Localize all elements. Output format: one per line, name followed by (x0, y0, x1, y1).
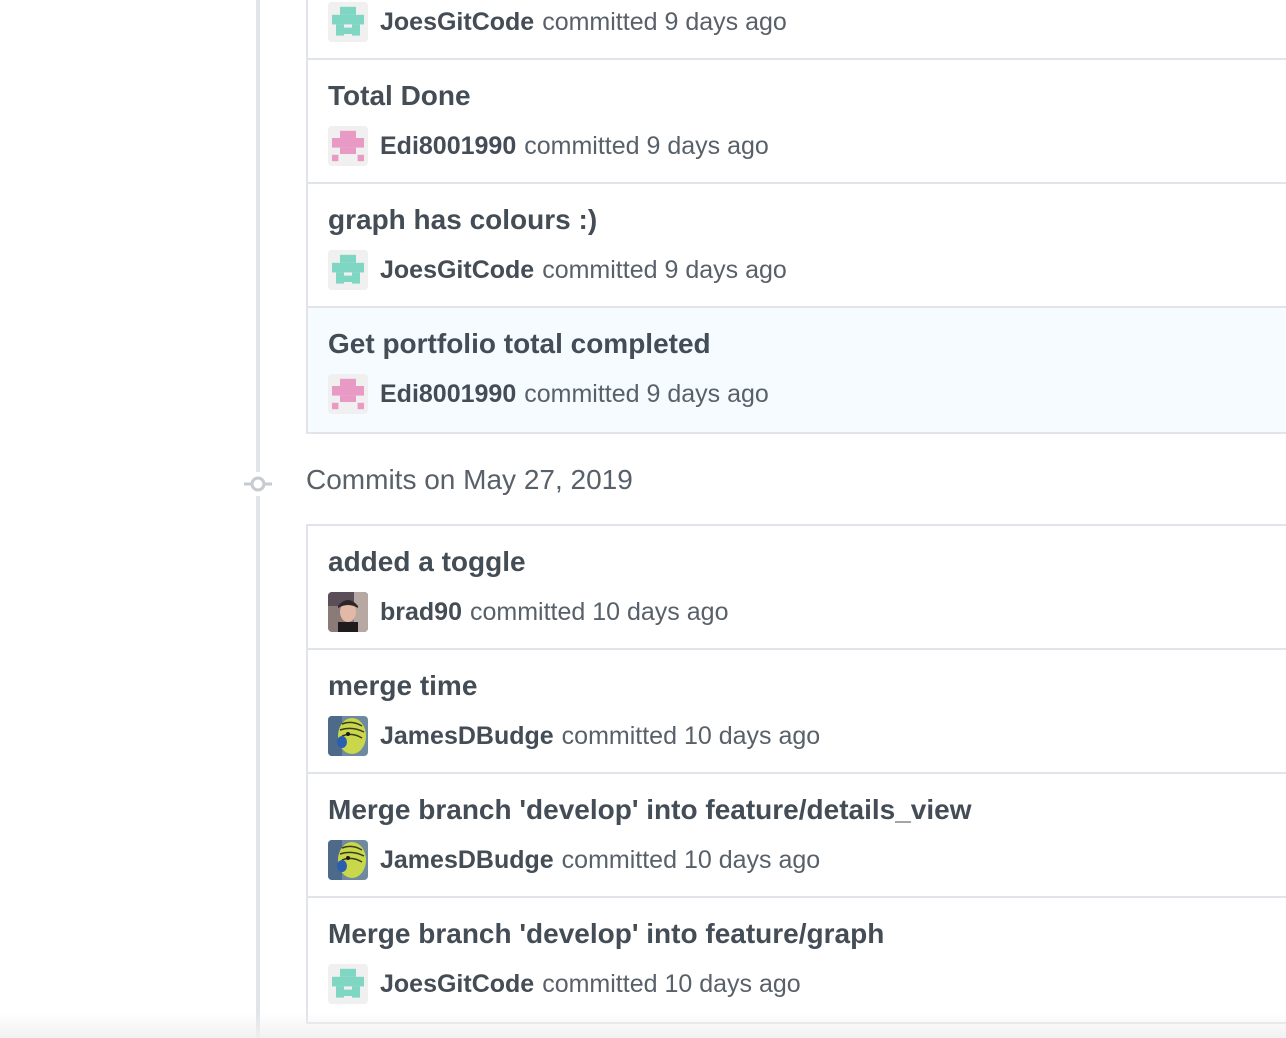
user-photo-avatar[interactable] (328, 592, 368, 632)
commit-meta: JamesDBudge committed 10 days ago (328, 716, 820, 756)
commit-author[interactable]: JoesGitCode (380, 970, 534, 999)
commit-title[interactable]: graph has colours :) (328, 204, 597, 236)
commit-author[interactable]: JoesGitCode (380, 8, 534, 37)
identicon-teal-avatar[interactable] (328, 964, 368, 1004)
identicon-teal-avatar[interactable] (328, 250, 368, 290)
commit-meta: JamesDBudge committed 10 days ago (328, 840, 820, 880)
commit-row[interactable]: added a toggle brad90 committed 10 days … (308, 526, 1286, 650)
commit-author[interactable]: Edi8001990 (380, 380, 516, 409)
commit-row[interactable]: Merge branch 'develop' into feature/deta… (308, 774, 1286, 898)
commit-title[interactable]: merge time (328, 670, 477, 702)
commit-row[interactable]: Merge branch 'develop' into feature/grap… (308, 898, 1286, 1022)
commit-meta: JoesGitCode committed 9 days ago (328, 250, 787, 290)
commit-meta: Edi8001990 committed 9 days ago (328, 126, 769, 166)
commit-verb: committed (524, 379, 640, 408)
commit-row[interactable]: graph has colours :) JoesGitCode committ… (308, 184, 1286, 308)
commit-verb: committed (469, 597, 586, 626)
commit-title[interactable]: Get portfolio total completed (328, 328, 711, 360)
budgie-photo-avatar[interactable] (328, 840, 368, 880)
commit-author[interactable]: JamesDBudge (380, 722, 554, 751)
commit-time: 9 days ago (664, 7, 787, 36)
commit-author[interactable]: JoesGitCode (380, 256, 534, 285)
commit-time: 10 days ago (664, 969, 801, 998)
timeline-line (256, 0, 260, 1038)
commit-time: 9 days ago (664, 255, 787, 284)
commit-title[interactable]: Total Done (328, 80, 471, 112)
commit-meta: brad90 committed 10 days ago (328, 592, 728, 632)
commit-meta: JoesGitCode committed 9 days ago (328, 2, 787, 42)
commit-meta: JoesGitCode committed 10 days ago (328, 964, 801, 1004)
identicon-pink-avatar[interactable] (328, 126, 368, 166)
commit-author[interactable]: brad90 (380, 598, 462, 627)
commit-time: 10 days ago (592, 597, 729, 626)
commit-group: added a toggle brad90 committed 10 days … (306, 524, 1286, 1024)
commit-group: JoesGitCode committed 9 days ago Total D… (306, 0, 1286, 434)
commit-title[interactable]: Merge branch 'develop' into feature/deta… (328, 794, 972, 826)
commit-time: 9 days ago (646, 379, 769, 408)
commit-verb: committed (561, 721, 677, 750)
commit-verb: committed (524, 131, 640, 160)
commit-title[interactable]: added a toggle (328, 546, 526, 578)
commit-verb: committed (542, 255, 658, 284)
commit-author[interactable]: JamesDBudge (380, 846, 554, 875)
commits-date-header: Commits on May 27, 2019 (306, 464, 633, 495)
identicon-teal-avatar[interactable] (328, 2, 368, 42)
commit-verb: committed (542, 7, 658, 36)
budgie-photo-avatar[interactable] (328, 716, 368, 756)
commit-row[interactable]: Total Done Edi8001990 committed 9 days a… (308, 60, 1286, 184)
commit-row[interactable]: JoesGitCode committed 9 days ago (308, 0, 1286, 60)
commit-author[interactable]: Edi8001990 (380, 132, 516, 161)
commit-verb: committed (561, 845, 677, 874)
git-commit-icon (242, 472, 274, 496)
commit-title[interactable]: Merge branch 'develop' into feature/grap… (328, 918, 884, 950)
identicon-pink-avatar[interactable] (328, 374, 368, 414)
commit-meta: Edi8001990 committed 9 days ago (328, 374, 769, 414)
commit-time: 10 days ago (683, 721, 821, 750)
bottom-fade (0, 1012, 1286, 1038)
commit-row-highlighted[interactable]: Get portfolio total completed Edi8001990… (308, 308, 1286, 432)
commit-time: 10 days ago (683, 845, 821, 874)
commit-verb: committed (542, 969, 658, 998)
commit-row[interactable]: merge time JamesDBudge committed 10 days… (308, 650, 1286, 774)
commit-time: 9 days ago (646, 131, 769, 160)
